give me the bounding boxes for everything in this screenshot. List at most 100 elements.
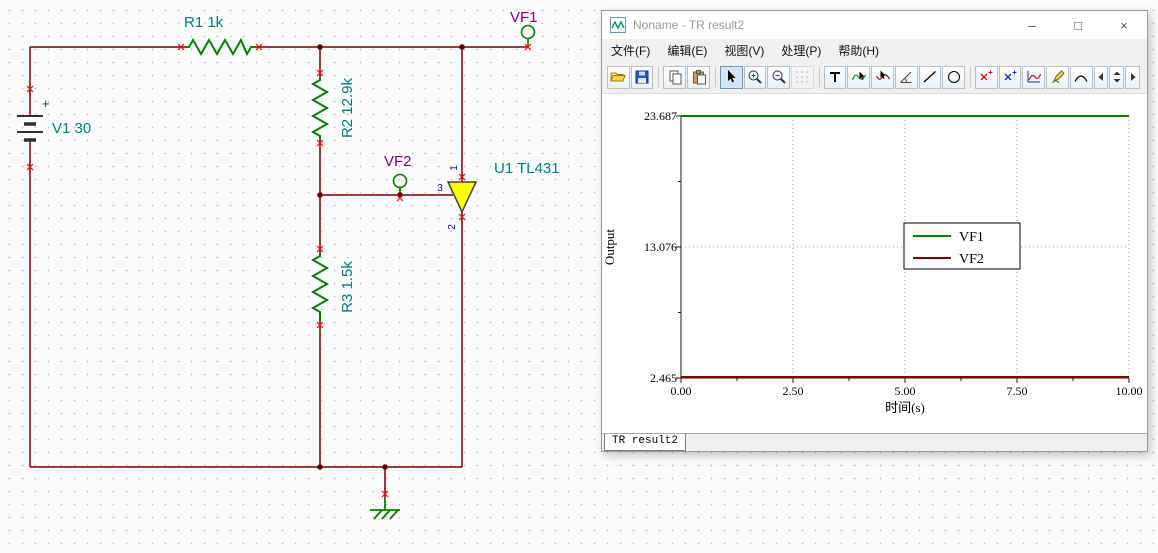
battery-v1[interactable] xyxy=(17,115,43,142)
marker-a-icon xyxy=(980,70,993,81)
grid-dots-icon xyxy=(796,71,809,83)
u1-pin3-number: 3 xyxy=(437,183,443,194)
prev-page-button[interactable] xyxy=(1093,65,1109,89)
marker-b-button[interactable] xyxy=(998,65,1022,89)
cursor-arrow-icon xyxy=(728,70,736,83)
terminal-cross-marks xyxy=(26,43,532,498)
menu-process[interactable]: 处理(P) xyxy=(781,42,821,59)
r3-label[interactable]: R3 1.5k xyxy=(339,261,356,313)
next-page-button[interactable] xyxy=(1125,65,1141,89)
resistor-r3[interactable] xyxy=(310,253,330,321)
x-axis-title: 时间(s) xyxy=(885,400,925,415)
xtick-label: 5.00 xyxy=(895,384,916,398)
save-button[interactable] xyxy=(630,65,654,89)
window-title: Noname - TR result2 xyxy=(633,18,745,32)
probe-vf2[interactable] xyxy=(392,173,408,196)
probe-vf1[interactable] xyxy=(520,24,536,48)
marker-a-button[interactable] xyxy=(975,65,998,89)
minimize-button[interactable]: – xyxy=(1017,11,1047,39)
app-icon xyxy=(610,17,626,33)
screenshot-root: + V1 30 R1 1k R2 12.9k R3 1.5k U1 TL431 … xyxy=(0,0,1158,553)
copy-icon xyxy=(669,70,682,85)
toolbar-separator xyxy=(818,67,820,87)
angle-icon xyxy=(900,71,912,83)
titlebar[interactable]: Noname - TR result2 – □ × xyxy=(602,11,1147,39)
arc-icon xyxy=(1074,75,1088,82)
zoom-100-button[interactable] xyxy=(767,65,790,89)
marker-b-icon xyxy=(1004,70,1017,81)
left-arrow-icon xyxy=(1098,73,1103,81)
pencil-icon xyxy=(1051,70,1065,84)
right-arrow-icon xyxy=(1130,73,1136,81)
menu-help[interactable]: 帮助(H) xyxy=(838,42,879,59)
zoom-in-button[interactable] xyxy=(743,65,767,89)
plot-axes xyxy=(676,115,1130,383)
maximize-button[interactable]: □ xyxy=(1063,11,1093,39)
tl431-u1[interactable] xyxy=(446,181,478,214)
grid-tool-button[interactable] xyxy=(791,65,814,89)
xtick-label: 10.00 xyxy=(1116,384,1143,398)
zoom-out-icon xyxy=(772,70,786,84)
save-floppy-icon xyxy=(635,70,649,84)
u1-label[interactable]: U1 TL431 xyxy=(494,160,560,177)
vf1-label[interactable]: VF1 xyxy=(510,9,538,26)
pencil-tool-button[interactable] xyxy=(1046,65,1069,89)
zoom-in-icon xyxy=(748,70,762,84)
menu-edit[interactable]: 编辑(E) xyxy=(667,42,707,59)
toolbar xyxy=(602,61,1147,94)
resistor-r2[interactable] xyxy=(310,77,330,139)
wire-net[interactable] xyxy=(29,46,528,498)
legend-box[interactable]: VF1 VF2 xyxy=(903,222,1021,270)
ytick-label: 13.076 xyxy=(644,240,677,254)
text-tool-button[interactable] xyxy=(823,65,847,89)
close-button[interactable]: × xyxy=(1109,11,1139,39)
toolbar-separator xyxy=(658,67,660,87)
ellipse-icon xyxy=(947,71,960,83)
battery-plus-sign: + xyxy=(42,96,50,111)
paste-button[interactable] xyxy=(687,65,710,89)
line-icon xyxy=(923,71,936,83)
xtick-label: 7.50 xyxy=(1007,384,1028,398)
axes-tool-button[interactable] xyxy=(1022,65,1046,89)
r2-label[interactable]: R2 12.9k xyxy=(339,77,356,138)
page-spinner[interactable] xyxy=(1109,65,1125,89)
axes-curve-icon xyxy=(1027,71,1041,83)
resistor-r1[interactable] xyxy=(185,37,255,57)
interpolate-tool-button[interactable] xyxy=(1069,65,1093,89)
tab-tr-result2[interactable]: TR result2 xyxy=(604,434,687,451)
menu-file[interactable]: 文件(F) xyxy=(611,42,650,59)
select-tool-button[interactable] xyxy=(719,65,743,89)
menu-view[interactable]: 视图(V) xyxy=(724,42,764,59)
cursor-b-tool-button[interactable] xyxy=(871,65,894,89)
r1-label[interactable]: R1 1k xyxy=(184,14,224,31)
legend-vf1-label: VF1 xyxy=(959,230,984,245)
copy-button[interactable] xyxy=(663,65,687,89)
u1-pin1-number: 1 xyxy=(449,165,460,171)
spinner-arrows-icon xyxy=(1113,71,1121,83)
open-button[interactable] xyxy=(607,65,630,89)
plot-area: 23.687 13.076 2.465 0.00 2.50 5.00 7.50 … xyxy=(602,94,1147,433)
xtick-label: 0.00 xyxy=(671,384,692,398)
u1-pin2-number: 2 xyxy=(447,224,458,230)
toolbar-separator xyxy=(714,67,716,87)
tr-result-window: Noname - TR result2 – □ × 文件(F) 编辑(E) 视图… xyxy=(601,10,1148,452)
v1-label[interactable]: V1 30 xyxy=(52,120,91,137)
open-folder-icon xyxy=(610,72,627,82)
cursor-a-tool-button[interactable] xyxy=(847,65,871,89)
y-axis-title: Output xyxy=(602,229,617,266)
legend-vf2-label: VF2 xyxy=(959,252,984,267)
slope-tool-button[interactable] xyxy=(894,65,918,89)
tr-result-plot: 23.687 13.076 2.465 0.00 2.50 5.00 7.50 … xyxy=(602,109,1143,415)
tabbar: TR result2 xyxy=(602,433,1147,451)
paste-icon xyxy=(692,70,706,85)
line-tool-button[interactable] xyxy=(918,65,942,89)
ellipse-tool-button[interactable] xyxy=(942,65,966,89)
ground-symbol[interactable] xyxy=(370,498,400,520)
menubar: 文件(F) 编辑(E) 视图(V) 处理(P) 帮助(H) xyxy=(602,39,1147,61)
toolbar-separator xyxy=(970,67,971,87)
cursor-on-curve-icon xyxy=(875,70,890,80)
cursor-on-curve-icon xyxy=(851,71,866,81)
ytick-label: 23.687 xyxy=(644,109,677,123)
circuit-schematic: + V1 30 R1 1k R2 12.9k R3 1.5k U1 TL431 … xyxy=(17,9,560,520)
vf2-label[interactable]: VF2 xyxy=(384,153,412,170)
